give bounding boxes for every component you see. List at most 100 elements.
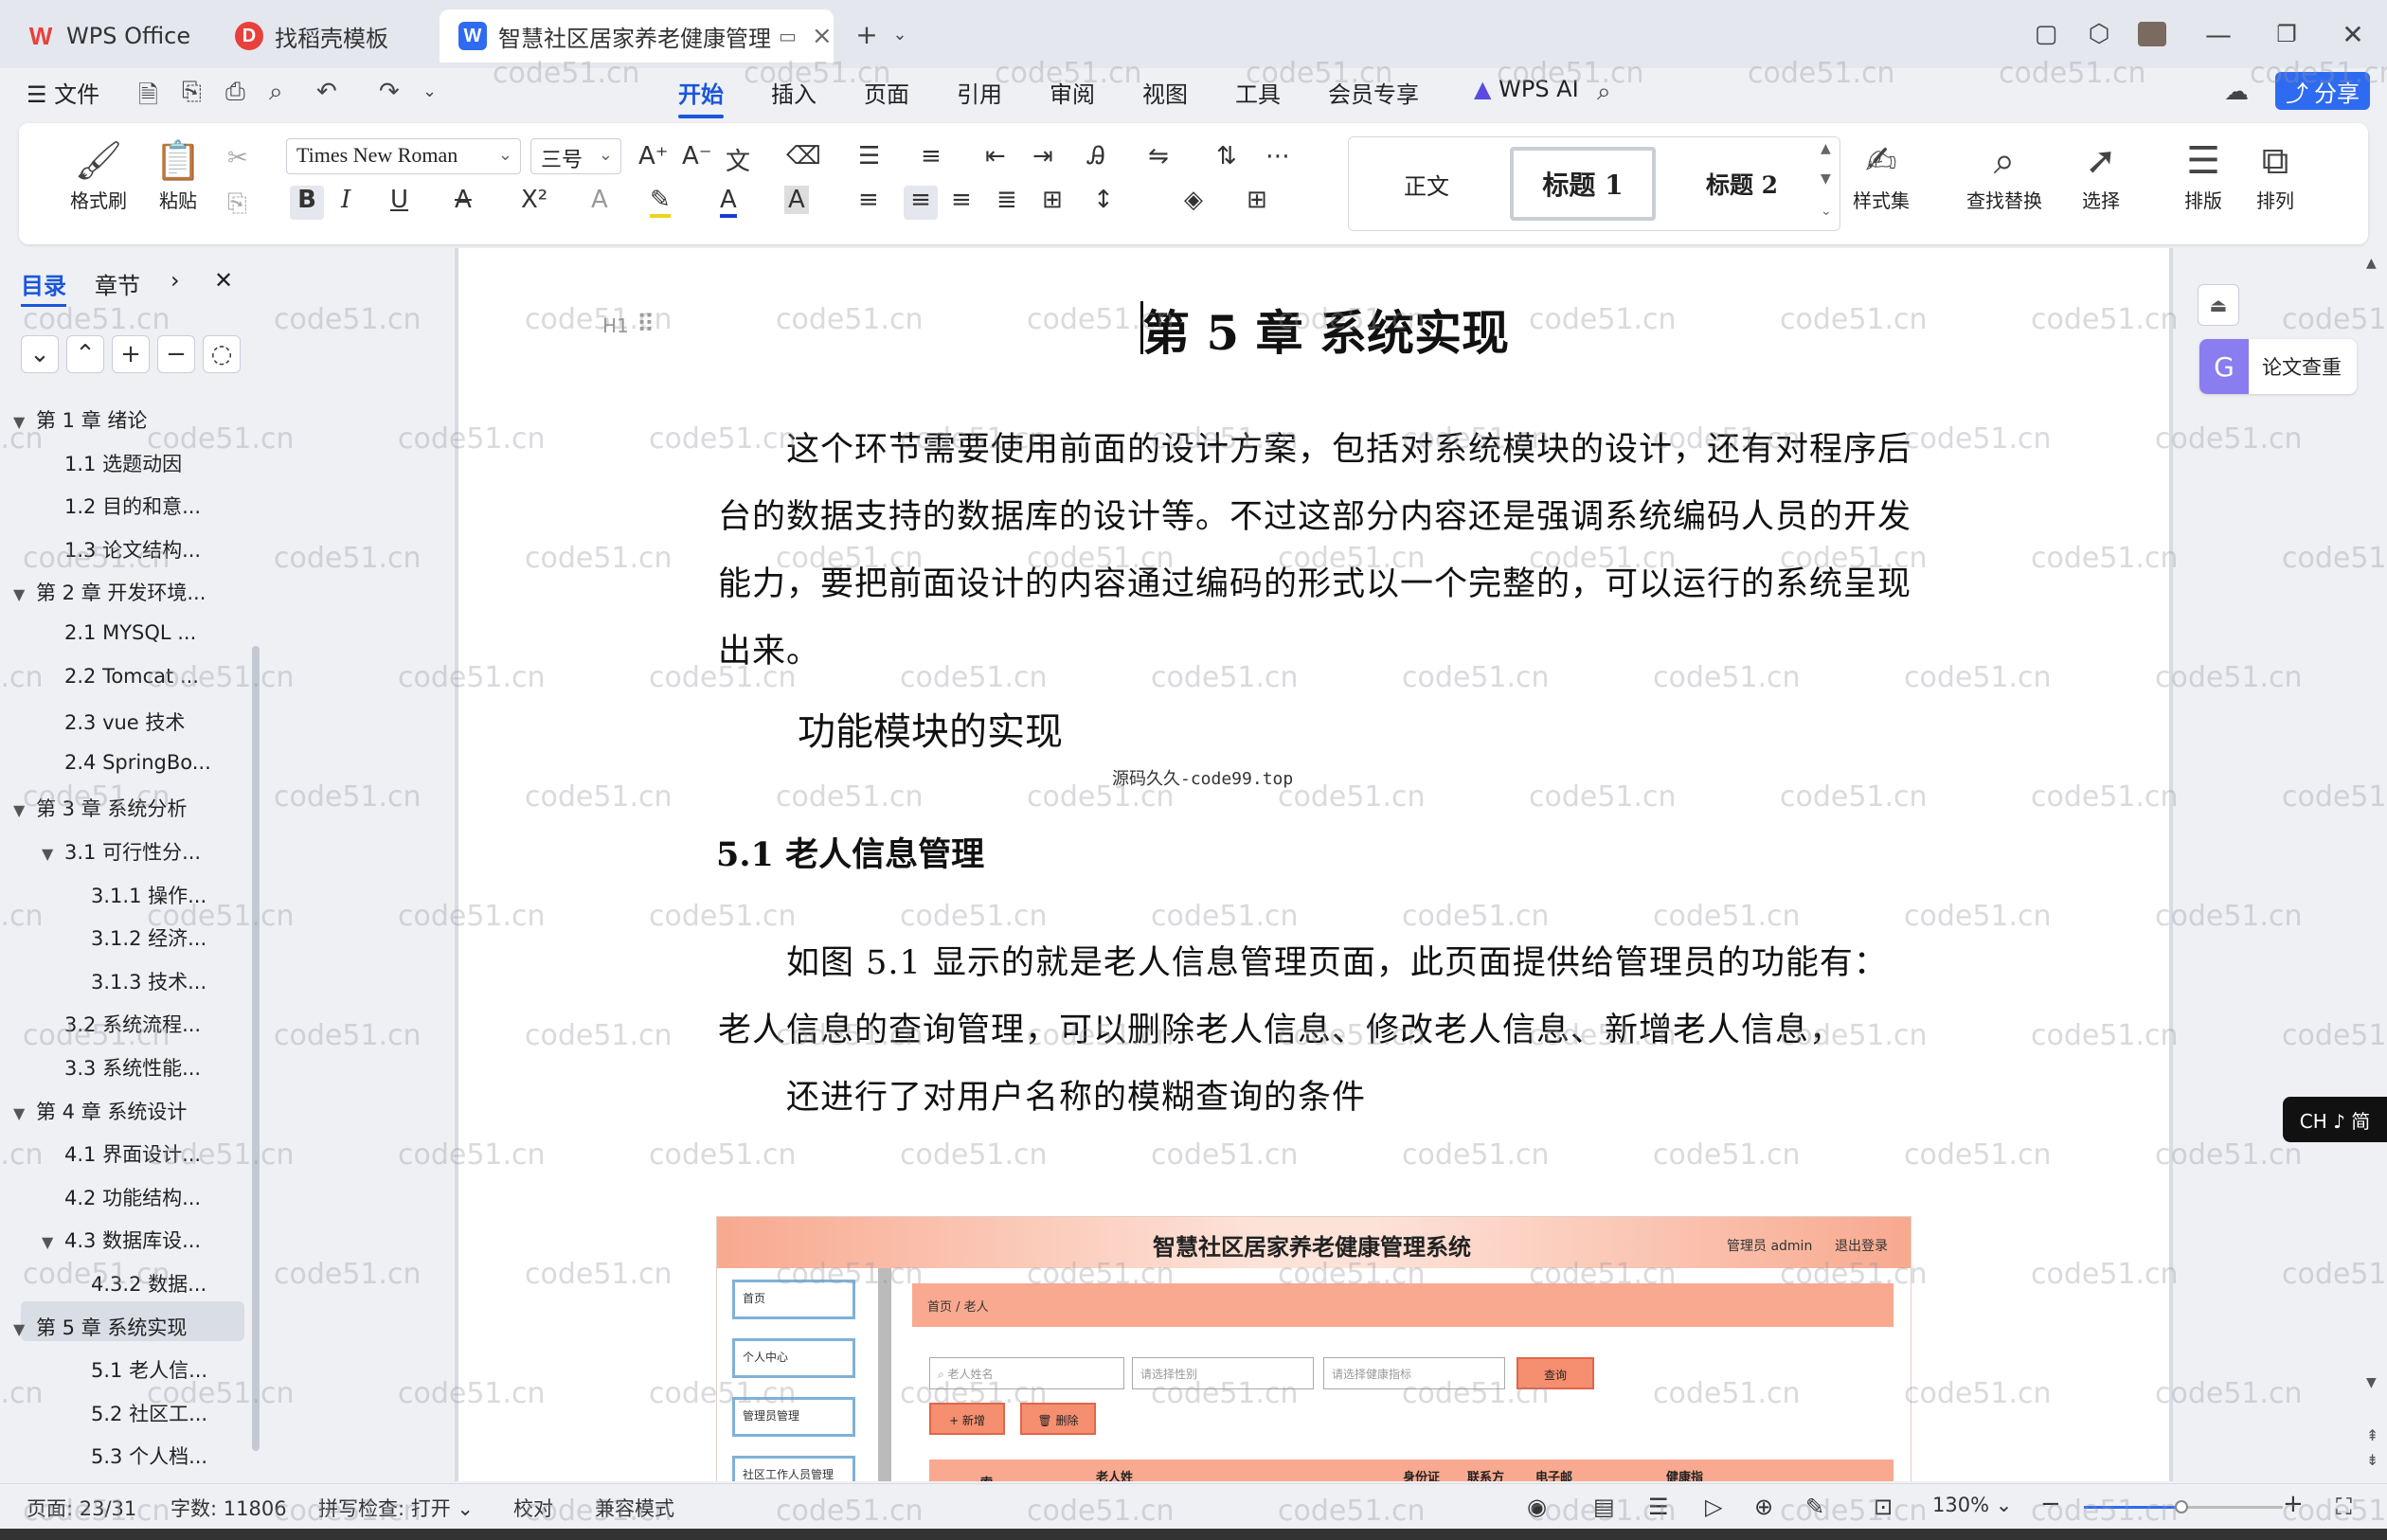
toc-item[interactable]: 2.1 MYSQL ... bbox=[64, 621, 196, 644]
expand-up-icon[interactable]: ⌃ bbox=[66, 335, 104, 373]
tab-toc[interactable]: 目录 bbox=[21, 267, 66, 307]
drag-handle-icon[interactable]: ⠿ bbox=[637, 311, 655, 339]
zoom-in-icon[interactable]: + bbox=[2283, 1490, 2304, 1518]
scroll-down-icon[interactable]: ▼ bbox=[2366, 1375, 2377, 1390]
search-icon[interactable]: ⌕ bbox=[1597, 78, 1611, 107]
collapse-all-icon[interactable]: ⌄ bbox=[21, 335, 59, 373]
select-button[interactable]: ➚ 选择 bbox=[2071, 136, 2131, 213]
save-icon[interactable]: 🗎 bbox=[138, 78, 158, 119]
menu-reference[interactable]: 引用 bbox=[957, 76, 1002, 109]
toc-scrollbar[interactable] bbox=[252, 646, 260, 1451]
toc-item[interactable]: ▼ 3.1 可行性分... bbox=[42, 837, 201, 866]
line-spacing-icon[interactable]: ↕ bbox=[1093, 186, 1114, 214]
pen-icon[interactable]: ✎ bbox=[1805, 1494, 1824, 1520]
char-shading-icon[interactable]: A bbox=[784, 186, 809, 214]
grow-font-icon[interactable]: A⁺ bbox=[638, 142, 669, 170]
clear-format-icon[interactable]: ⌫ bbox=[786, 142, 821, 170]
print-icon[interactable]: ⎙ bbox=[225, 78, 245, 107]
menu-insert[interactable]: 插入 bbox=[771, 76, 817, 109]
style-expand-icon[interactable]: ⌄ bbox=[1821, 204, 1832, 219]
toc-item[interactable]: 5.3 个人档... bbox=[91, 1442, 207, 1470]
zoom-slider[interactable] bbox=[2084, 1500, 2283, 1513]
chapter-title[interactable]: 第 5 章 系统实现 bbox=[1142, 295, 1509, 364]
next-page-icon[interactable]: ⇟ bbox=[2366, 1451, 2378, 1469]
style-normal[interactable]: 正文 bbox=[1356, 147, 1497, 221]
toc-item[interactable]: 1.2 目的和意... bbox=[64, 492, 201, 520]
quick-access-chevron-icon[interactable]: ⌄ bbox=[422, 81, 437, 101]
increase-indent-icon[interactable]: ⇥ bbox=[1032, 142, 1053, 170]
toc-item[interactable]: 1.3 论文结构... bbox=[64, 535, 201, 564]
tab-document[interactable]: W 智慧社区居家养老健康管理系统 ▭ × bbox=[440, 9, 834, 63]
font-color-icon[interactable]: A bbox=[720, 186, 737, 218]
toc-item[interactable]: 2.4 SpringBo... bbox=[64, 751, 211, 774]
toc-item[interactable]: 1.1 选题动因 bbox=[64, 449, 182, 477]
text-convert-icon[interactable]: ⇋ bbox=[1148, 142, 1169, 170]
page-count[interactable]: 页面: 23/31 bbox=[27, 1494, 136, 1522]
menu-page[interactable]: 页面 bbox=[864, 76, 909, 109]
tab-chapter[interactable]: 章节 bbox=[95, 267, 140, 300]
toc-item[interactable]: ▼ 第 3 章 系统分析 bbox=[13, 794, 187, 822]
share-button[interactable]: ⤴ 分享 bbox=[2275, 72, 2370, 110]
wps-ai-button[interactable]: ▲ WPS AI bbox=[1474, 76, 1579, 102]
restore-icon[interactable]: ❐ bbox=[2268, 15, 2306, 53]
style-heading-2[interactable]: 标题 2 bbox=[1669, 147, 1815, 221]
chevron-right-icon[interactable]: › bbox=[170, 267, 180, 294]
window-layout-icon[interactable]: ▢ bbox=[2027, 15, 2065, 53]
strikethrough-icon[interactable]: A bbox=[455, 186, 472, 214]
page-view-icon[interactable]: ▤ bbox=[1593, 1494, 1615, 1520]
play-icon[interactable]: ▷ bbox=[1705, 1494, 1722, 1520]
italic-icon[interactable]: I bbox=[341, 186, 350, 214]
show-marks-icon[interactable]: ⋯ bbox=[1265, 142, 1290, 170]
zoom-level[interactable]: 130% ⌄ bbox=[1932, 1494, 2012, 1516]
arrange-button[interactable]: ⧉ 排列 bbox=[2245, 136, 2306, 213]
align-center-icon[interactable]: ≡ bbox=[904, 186, 938, 220]
menu-home[interactable]: 开始 bbox=[678, 76, 724, 118]
cut-icon[interactable]: ✂ bbox=[227, 144, 248, 172]
plagiarism-check-button[interactable]: G 论文查重 bbox=[2199, 339, 2357, 394]
text-direction-icon[interactable]: Ꭿ bbox=[1087, 142, 1105, 171]
toc-item[interactable]: ▼ 第 2 章 开发环境... bbox=[13, 578, 206, 606]
align-left-icon[interactable]: ≡ bbox=[858, 186, 879, 214]
add-heading-icon[interactable]: + bbox=[112, 335, 150, 373]
figure-screenshot[interactable]: 智慧社区居家养老健康管理系统 管理员 admin 退出登录 首页 个人中心 管理… bbox=[716, 1216, 1911, 1481]
proofread-button[interactable]: 校对 bbox=[513, 1494, 553, 1522]
document-page[interactable]: H1 ⠿ 第 5 章 系统实现 这个环节需要使用前面的设计方案，包括对系统模块的… bbox=[458, 248, 2169, 1481]
toc-item[interactable]: 3.2 系统流程... bbox=[64, 1010, 201, 1038]
minimize-icon[interactable]: — bbox=[2199, 15, 2237, 53]
toc-item[interactable]: 3.1.1 操作... bbox=[91, 881, 206, 909]
zoom-slider-thumb[interactable] bbox=[2175, 1500, 2188, 1513]
numbered-list-icon[interactable]: ≡ bbox=[921, 142, 942, 170]
toc-item[interactable]: ▼ 第 1 章 绪论 bbox=[13, 405, 147, 434]
zoom-out-icon[interactable]: − bbox=[2040, 1490, 2061, 1518]
bullet-list-icon[interactable]: ☰ bbox=[858, 142, 880, 170]
toc-item[interactable]: ▼ 第 4 章 系统设计 bbox=[13, 1097, 187, 1125]
shrink-font-icon[interactable]: A⁻ bbox=[682, 142, 712, 170]
expand-arrow-icon[interactable]: ▼ bbox=[13, 801, 27, 819]
toc-item[interactable]: 2.2 Tomcat ... bbox=[64, 665, 199, 688]
undo-icon[interactable]: ↶ bbox=[316, 78, 337, 106]
style-scroll-down-icon[interactable]: ▼ bbox=[1821, 171, 1831, 187]
section-heading[interactable]: 功能模块的实现 bbox=[798, 701, 1063, 756]
word-count[interactable]: 字数: 11806 bbox=[170, 1494, 287, 1522]
spell-check[interactable]: 拼写检查: 打开 ⌄ bbox=[318, 1494, 474, 1522]
toc-item[interactable]: 5.2 社区工... bbox=[91, 1399, 207, 1427]
menu-member[interactable]: 会员专享 bbox=[1328, 76, 1419, 109]
panel-toggle-icon[interactable]: ⏏ bbox=[2198, 284, 2239, 326]
redo-icon[interactable]: ↷ bbox=[379, 78, 400, 106]
more-options-icon[interactable]: ◌ bbox=[203, 335, 241, 373]
style-heading-1[interactable]: 标题 1 bbox=[1510, 147, 1656, 221]
cube-icon[interactable]: ⬡ bbox=[2080, 15, 2118, 53]
text-effect-icon[interactable]: A bbox=[591, 186, 608, 214]
style-set-button[interactable]: ✍ 样式集 bbox=[1841, 136, 1921, 213]
phonetic-icon[interactable]: 文 bbox=[726, 142, 750, 177]
close-window-icon[interactable]: ✕ bbox=[2334, 15, 2372, 53]
menu-review[interactable]: 审阅 bbox=[1050, 76, 1095, 109]
eye-icon[interactable]: ◉ bbox=[1527, 1494, 1547, 1520]
copy-icon[interactable]: ⎘ bbox=[227, 189, 247, 219]
toc-item[interactable]: 3.1.3 技术... bbox=[91, 967, 206, 995]
bold-icon[interactable]: B bbox=[290, 186, 324, 220]
highlight-icon[interactable]: ✎ bbox=[650, 186, 671, 218]
avatar[interactable] bbox=[2133, 15, 2171, 53]
underline-icon[interactable]: U bbox=[390, 186, 408, 214]
outline-view-icon[interactable]: ☰ bbox=[1648, 1494, 1669, 1520]
